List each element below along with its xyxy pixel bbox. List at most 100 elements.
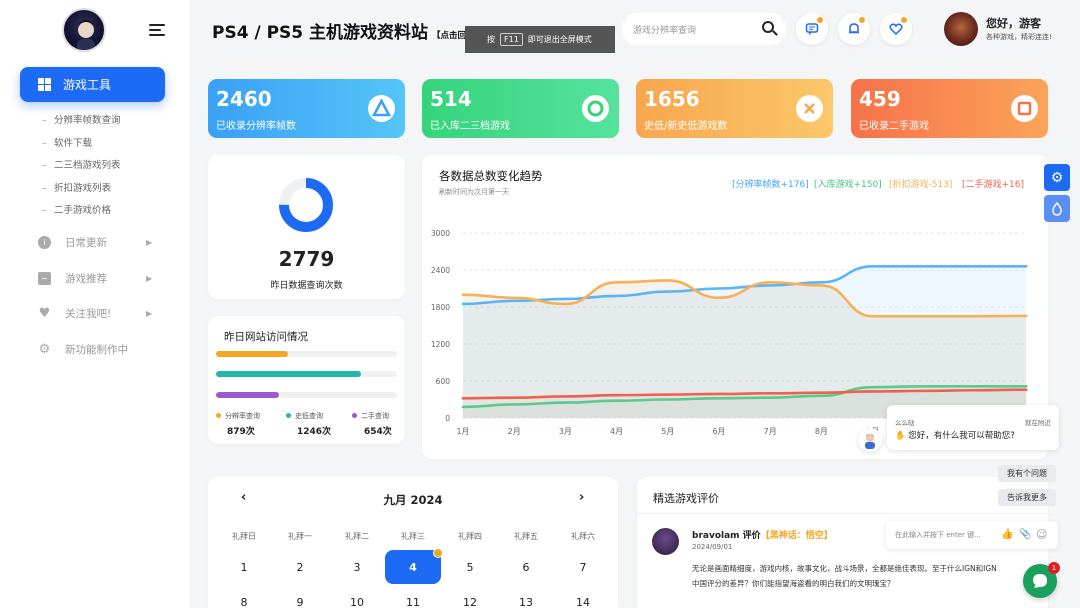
- sub-item-tier-games[interactable]: – 二三档游戏列表: [42, 157, 121, 171]
- review-text-line2: 中国评分的差异？你们能指望海盗看的明白我们的文明瑰宝？: [692, 579, 895, 588]
- progress-bar-lowprice: [216, 371, 397, 377]
- queries-card: 2779 昨日数据查询次数: [208, 155, 405, 299]
- site-avatar[interactable]: [62, 8, 106, 52]
- calendar-day[interactable]: 10: [337, 596, 377, 608]
- legend-used: 二手查询: [352, 411, 389, 421]
- chart-icon: ~: [38, 272, 51, 285]
- weekday-label: 礼拜五: [514, 532, 538, 541]
- calendar-day[interactable]: 1: [224, 561, 264, 574]
- notification-dot: [859, 17, 865, 23]
- calendar-day[interactable]: 9: [280, 596, 320, 608]
- weekday-label: 礼拜三: [401, 532, 425, 541]
- sidebar: 游戏工具 – 分辨率帧数查询 – 软件下载 – 二三档游戏列表 – 折扣游戏列表 – 二手…: [0, 0, 190, 608]
- chat-bubble-icon: [1033, 574, 1047, 588]
- queries-label: 昨日数据查询次数: [270, 281, 343, 291]
- stat-card-resolution[interactable]: 2460 已收录分辨率帧数: [208, 79, 405, 138]
- y-tick-label: 0: [445, 414, 450, 423]
- quick-reply-more[interactable]: 告诉我更多: [998, 489, 1056, 506]
- favorite-button[interactable]: [880, 13, 912, 45]
- menu-toggle-icon[interactable]: [149, 24, 165, 37]
- review-text-line1: 无论是画面精细度，游戏内核，故事文化，战斗场景，全都是绝佳表现。至于什么IGN和…: [692, 564, 997, 573]
- sub-item-used-price[interactable]: – 二手游戏价格: [42, 202, 111, 216]
- calendar-card: ‹ 九月 2024 › 礼拜日 礼拜一 礼拜二 礼拜三 礼拜四 礼拜五 礼拜六 …: [208, 477, 618, 608]
- user-greeting: 您好，游客: [986, 17, 1041, 30]
- y-tick-label: 1800: [431, 303, 450, 312]
- divider: [637, 513, 1048, 514]
- calendar-day[interactable]: 3: [337, 561, 377, 574]
- sub-item-software[interactable]: – 软件下载: [42, 135, 92, 149]
- value-lowprice: 1246次: [297, 427, 332, 437]
- chat-status: 就在附近: [1025, 419, 1051, 427]
- calendar-day[interactable]: 8: [224, 596, 264, 608]
- user-avatar[interactable]: [944, 12, 978, 46]
- review-header: bravolam 评价【黑神话：悟空】: [692, 531, 833, 541]
- weekday-label: 礼拜一: [288, 532, 312, 541]
- caret-right-icon: ▶: [146, 309, 153, 318]
- x-tick-label: 3月: [559, 427, 572, 436]
- reviewer-avatar[interactable]: [652, 528, 679, 555]
- calendar-day[interactable]: 13: [506, 596, 546, 608]
- wave-icon: ✋: [895, 431, 906, 441]
- chat-greeting: ✋ 您好，有什么我可以帮助您?: [895, 431, 1015, 441]
- weekday-label: 礼拜二: [345, 532, 369, 541]
- calendar-day[interactable]: 5: [450, 561, 490, 574]
- triangle-icon: [368, 95, 395, 122]
- settings-float-button[interactable]: ⚙: [1044, 164, 1070, 191]
- key-hint: F11: [500, 33, 523, 46]
- visits-title: 昨日网站访问情况: [224, 331, 308, 343]
- chat-launcher-button[interactable]: 1: [1023, 562, 1060, 598]
- theme-float-button[interactable]: [1044, 195, 1070, 222]
- message-button[interactable]: [796, 13, 828, 45]
- stat-card-used[interactable]: 459 已收录二手游戏: [851, 79, 1048, 138]
- x-tick-label: 5月: [661, 427, 674, 436]
- caret-right-icon: ▶: [146, 238, 153, 247]
- chat-popup[interactable]: 么么哒 就在附近 ✋ 您好，有什么我可以帮助您?: [887, 405, 1059, 450]
- sidebar-item-game-tools[interactable]: 游戏工具: [20, 67, 165, 102]
- value-used: 654次: [364, 427, 392, 437]
- sidebar-item-recommend[interactable]: ~ 游戏推荐 ▶: [38, 271, 158, 286]
- y-tick-label: 600: [436, 377, 451, 386]
- heart-outline-icon: [889, 23, 903, 36]
- sidebar-item-follow[interactable]: ♥ 关注我吧! ▶: [38, 306, 158, 321]
- sub-item-discount[interactable]: – 折扣游戏列表: [42, 180, 111, 194]
- notification-button[interactable]: [838, 13, 870, 45]
- sidebar-item-label: 游戏工具: [63, 78, 112, 92]
- circle-icon: [582, 95, 609, 122]
- quick-reply-question[interactable]: 我有个问题: [998, 465, 1056, 482]
- heart-icon: ♥: [38, 306, 51, 321]
- calendar-day[interactable]: 2: [280, 561, 320, 574]
- calendar-day[interactable]: 6: [506, 561, 546, 574]
- attach-icon[interactable]: 📎: [1019, 529, 1031, 540]
- thumbs-up-icon[interactable]: 👍: [1001, 529, 1013, 540]
- chat-input[interactable]: 在此输入并按下 enter 键... 👍 📎 ☺: [886, 521, 1058, 549]
- event-dot: [433, 548, 443, 558]
- user-subtitle: 各种游戏，精彩连连!: [986, 33, 1052, 41]
- calendar-day[interactable]: 12: [450, 596, 490, 608]
- bell-icon: [849, 23, 859, 34]
- sidebar-item-daily[interactable]: i 日常更新 ▶: [38, 235, 158, 250]
- search-input[interactable]: 游戏分辨率查询: [622, 13, 786, 45]
- sidebar-item-new-feature[interactable]: ⚙ 新功能制作中: [38, 342, 158, 357]
- notification-dot: [817, 17, 823, 23]
- review-game-link[interactable]: 【黑神话：悟空】: [761, 531, 833, 541]
- x-tick-label: 8月: [815, 427, 828, 436]
- gear-icon: ⚙: [38, 342, 51, 357]
- value-resolution: 879次: [227, 427, 255, 437]
- sub-item-resolution[interactable]: – 分辨率帧数查询: [42, 112, 121, 126]
- chat-agent-avatar[interactable]: [858, 428, 882, 452]
- reviews-title: 精选游戏评价: [653, 492, 719, 505]
- search-icon[interactable]: [762, 21, 774, 33]
- calendar-day[interactable]: 14: [563, 596, 603, 608]
- emoji-icon[interactable]: ☺: [1036, 528, 1047, 541]
- dashboard-icon: [38, 78, 51, 91]
- fullscreen-toast: 按 F11 即可退出全屏模式: [465, 26, 615, 53]
- stat-card-discount[interactable]: 1656 史低/新史低游戏数: [636, 79, 833, 138]
- calendar-day[interactable]: 11: [393, 596, 433, 608]
- stat-card-tier-games[interactable]: 514 已入库二三档游戏: [422, 79, 619, 138]
- next-month-button[interactable]: ›: [579, 490, 584, 505]
- x-tick-label: 2月: [508, 427, 521, 436]
- calendar-day[interactable]: 7: [563, 561, 603, 574]
- review-date: 2024/09/01: [692, 543, 733, 551]
- legend-resolution: 分辨率查询: [216, 411, 260, 421]
- x-tick-label: 6月: [712, 427, 725, 436]
